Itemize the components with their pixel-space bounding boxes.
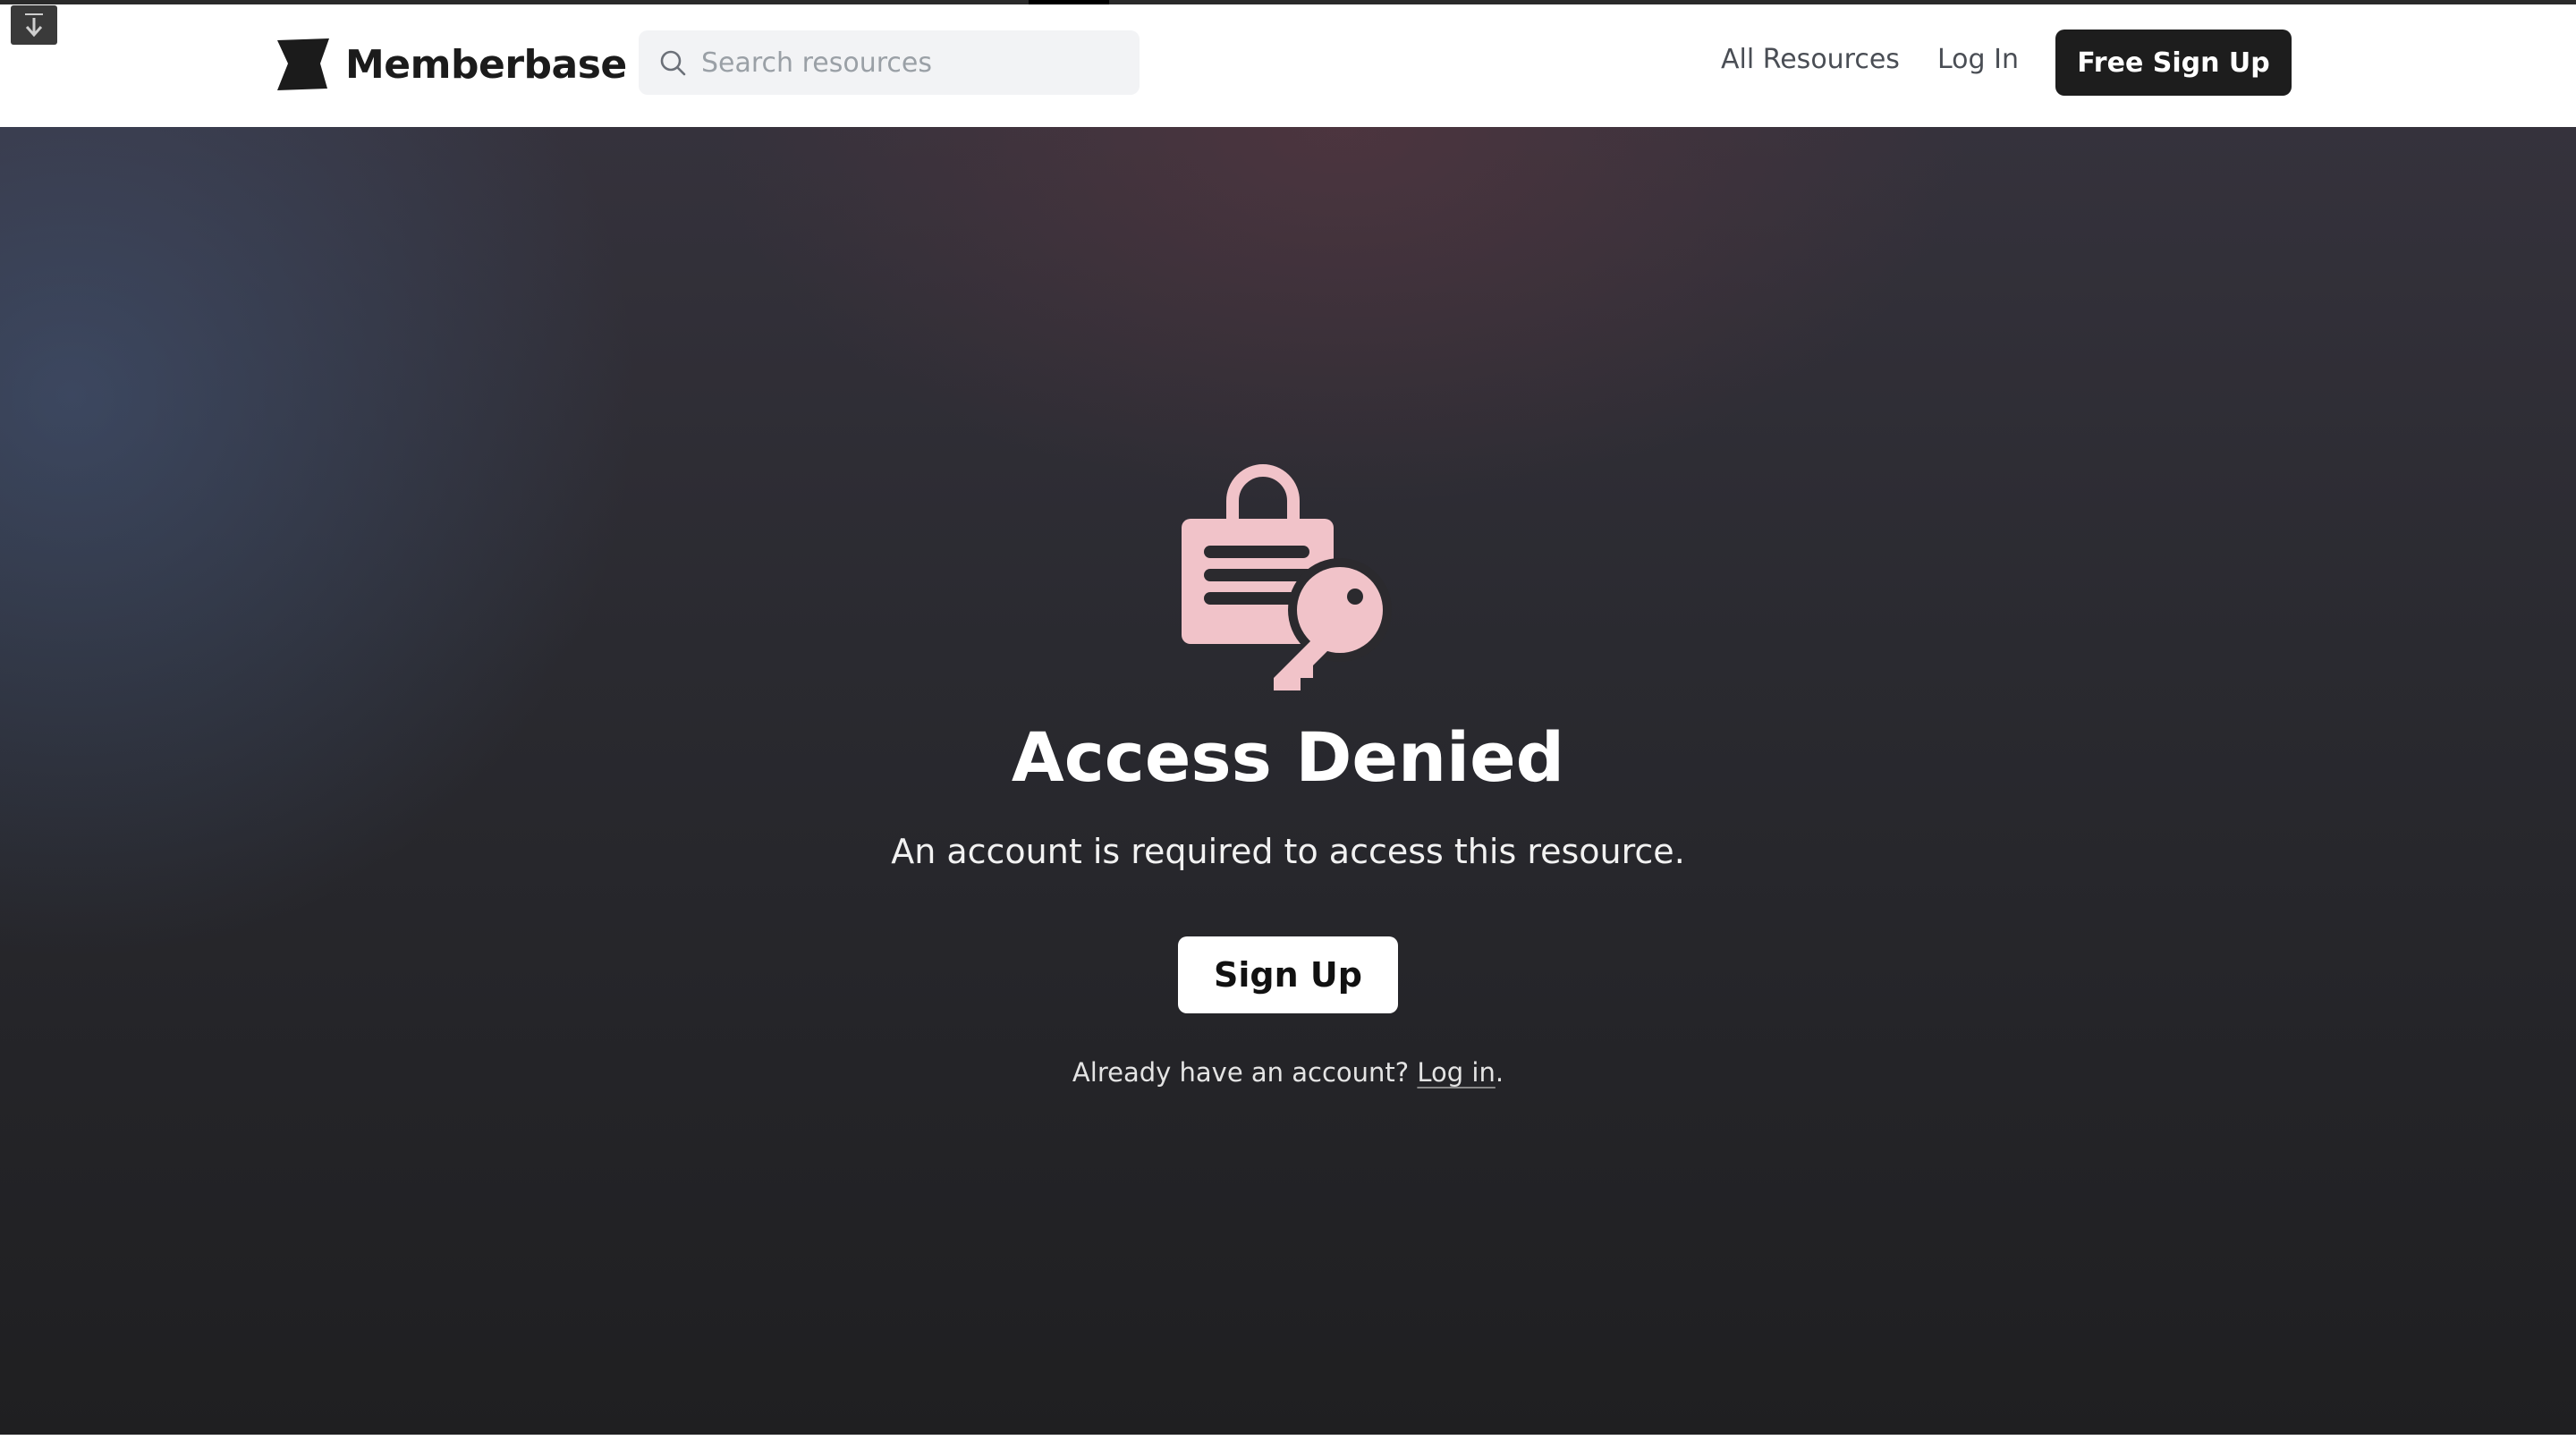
login-prompt-suffix: . xyxy=(1495,1057,1504,1088)
nav-log-in[interactable]: Log In xyxy=(1937,44,2019,75)
login-prompt-text: Already have an account? xyxy=(1072,1057,1410,1088)
sign-up-button[interactable]: Sign Up xyxy=(1178,936,1398,1013)
bottom-strip xyxy=(0,1435,2576,1440)
nav-all-resources[interactable]: All Resources xyxy=(1721,44,1900,75)
site-header: Memberbase All Resources Log In Free Sig… xyxy=(0,4,2576,127)
download-tab-icon[interactable] xyxy=(11,5,57,45)
login-prompt: Already have an account? Log in. xyxy=(0,1057,2576,1088)
brand[interactable]: Memberbase xyxy=(275,35,627,94)
log-in-link[interactable]: Log in xyxy=(1417,1057,1495,1088)
lock-key-icon xyxy=(1182,464,1392,690)
search-bar[interactable] xyxy=(639,30,1140,95)
page-subtitle: An account is required to access this re… xyxy=(891,832,1685,871)
search-icon xyxy=(660,50,686,76)
free-sign-up-button[interactable]: Free Sign Up xyxy=(2055,30,2292,96)
memberbase-logo-icon xyxy=(277,38,329,90)
brand-name: Memberbase xyxy=(345,41,627,88)
page-title: Access Denied xyxy=(1011,717,1565,797)
search-input[interactable] xyxy=(699,46,1129,80)
